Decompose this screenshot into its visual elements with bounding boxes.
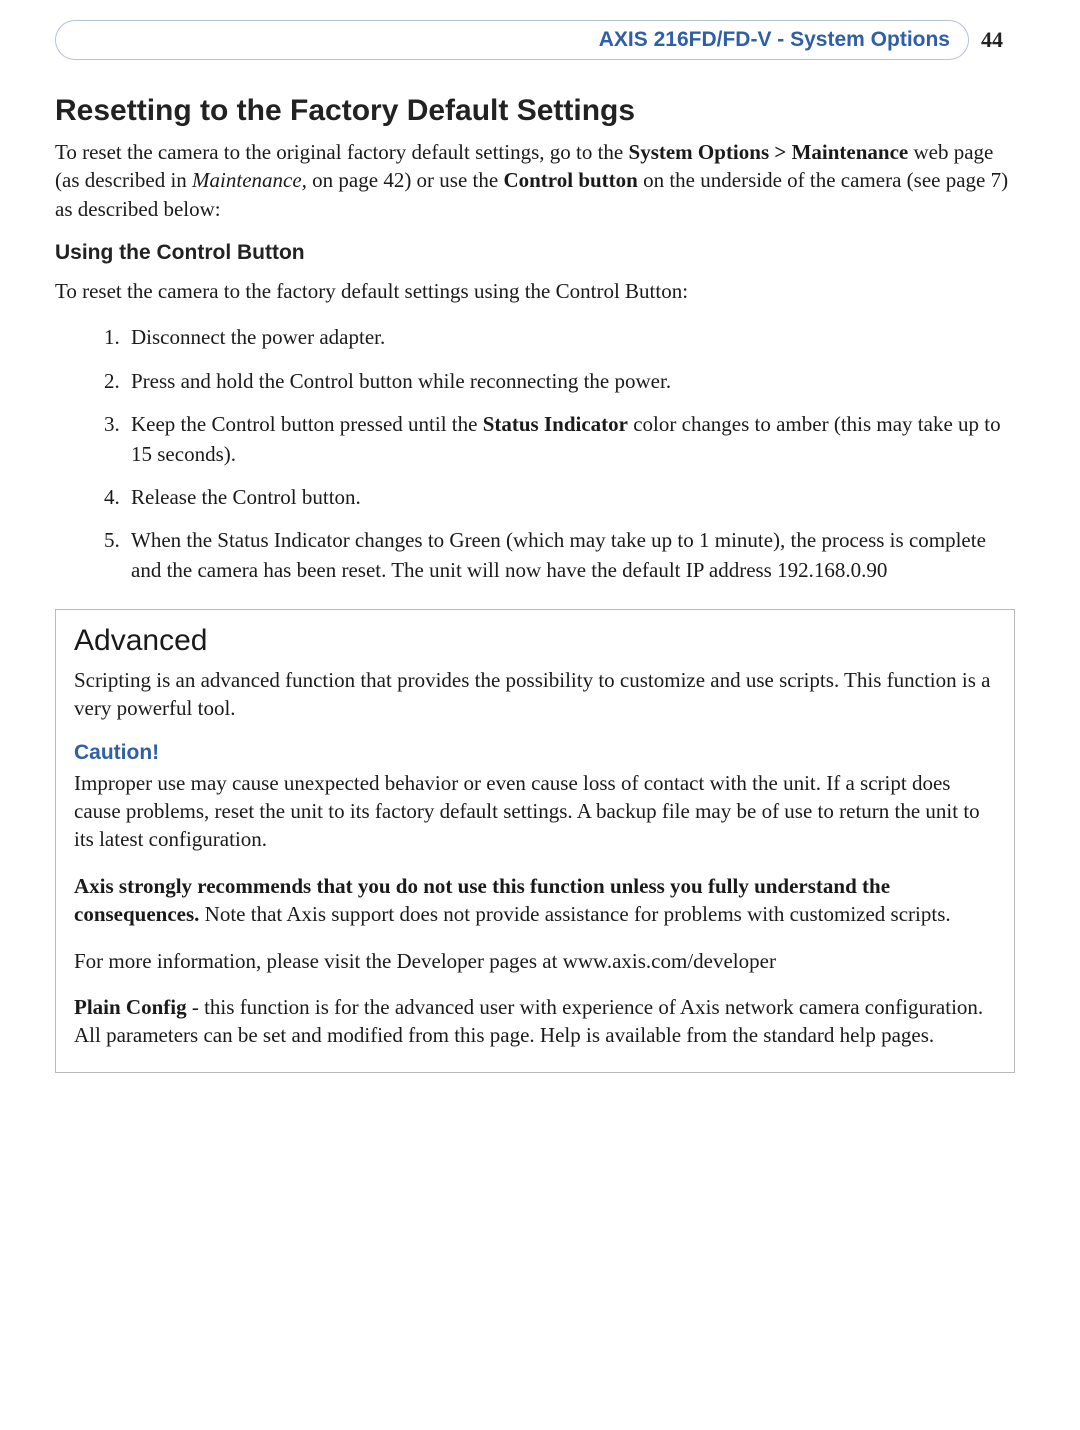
intro-nav-path: System Options > Maintenance xyxy=(629,140,909,164)
header-breadcrumb-pill: AXIS 216FD/FD-V - System Options xyxy=(55,20,969,60)
intro-control-bold: Control button xyxy=(503,168,637,192)
subsection-heading: Using the Control Button xyxy=(55,241,1015,265)
recommendation-post: Note that Axis support does not provide … xyxy=(199,902,950,926)
section-title: Resetting to the Factory Default Setting… xyxy=(55,94,1015,128)
subsection-lead: To reset the camera to the factory defau… xyxy=(55,277,1015,305)
advanced-scripting-paragraph: Scripting is an advanced function that p… xyxy=(74,666,996,723)
list-item: Press and hold the Control button while … xyxy=(125,367,1015,396)
list-item: Release the Control button. xyxy=(125,483,1015,512)
document-page: AXIS 216FD/FD-V - System Options 44 Rese… xyxy=(0,0,1080,1430)
intro-text: To reset the camera to the original fact… xyxy=(55,140,629,164)
caution-paragraph: Improper use may cause unexpected behavi… xyxy=(74,769,996,854)
section-intro: To reset the camera to the original fact… xyxy=(55,138,1015,223)
caution-label: Caution! xyxy=(74,741,996,765)
step-text: Keep the Control button pressed until th… xyxy=(131,412,483,436)
intro-text: on page 42) or use the xyxy=(307,168,504,192)
plain-config-post: - this function is for the advanced user… xyxy=(74,995,983,1047)
developer-link-paragraph: For more information, please visit the D… xyxy=(74,947,996,975)
reset-steps-list: Disconnect the power adapter. Press and … xyxy=(55,323,1015,585)
page-number: 44 xyxy=(981,27,1015,53)
advanced-heading: Advanced xyxy=(74,624,996,658)
recommendation-paragraph: Axis strongly recommends that you do not… xyxy=(74,872,996,929)
list-item: Disconnect the power adapter. xyxy=(125,323,1015,352)
page-header: AXIS 216FD/FD-V - System Options 44 xyxy=(55,20,1015,60)
status-indicator-label: Status Indicator xyxy=(483,412,628,436)
list-item: Keep the Control button pressed until th… xyxy=(125,410,1015,469)
advanced-box: Advanced Scripting is an advanced functi… xyxy=(55,609,1015,1072)
header-breadcrumb-text: AXIS 216FD/FD-V - System Options xyxy=(599,28,950,52)
plain-config-paragraph: Plain Config - this function is for the … xyxy=(74,993,996,1050)
list-item: When the Status Indicator changes to Gre… xyxy=(125,526,1015,585)
plain-config-bold: Plain Config xyxy=(74,995,187,1019)
intro-ref-italic: Maintenance, xyxy=(192,168,307,192)
